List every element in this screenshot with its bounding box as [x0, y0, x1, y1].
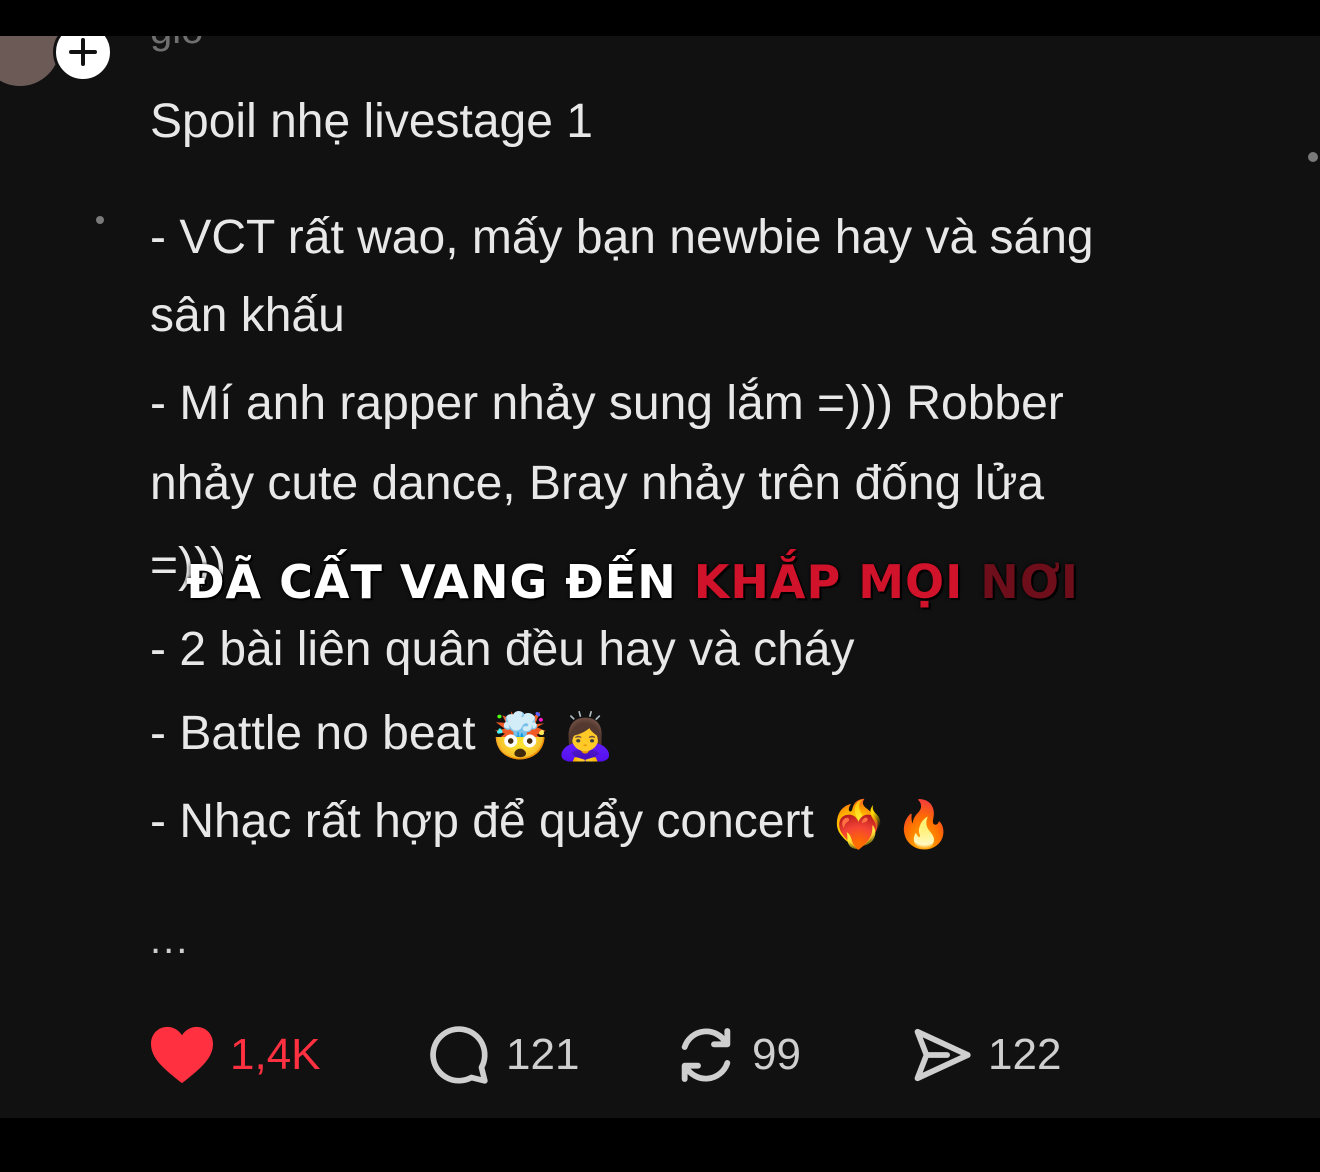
username[interactable]: gio	[150, 36, 203, 50]
comment-count: 121	[506, 1030, 580, 1079]
plus-icon	[69, 38, 97, 66]
post-line: - 2 bài liên quân đều hay và cháy	[150, 623, 855, 676]
mind-blown-emoji: 🤯	[491, 710, 549, 763]
post-line: - VCT rất wao, mấy bạn newbie hay và sán…	[150, 211, 1094, 264]
repost-icon	[681, 1028, 731, 1082]
post-card: gio Spoil nhẹ livestage 1 - VCT rất wao,…	[0, 36, 1320, 1118]
comment-button[interactable]: 121	[426, 1020, 579, 1090]
avatar[interactable]	[0, 36, 60, 86]
post-line-battle: - Battle no beat 🤯 🙇‍♀️	[150, 706, 614, 764]
action-bar: 1,4K 121 99 122	[148, 1020, 1148, 1090]
caption-white: ĐÃ CẤT VANG ĐẾN	[186, 555, 677, 609]
comment-icon	[430, 1026, 488, 1084]
like-count: 1,4K	[230, 1030, 321, 1079]
decorative-dot	[1308, 152, 1318, 162]
video-letterbox-bottom	[0, 1118, 1320, 1172]
post-title: Spoil nhẹ livestage 1	[150, 95, 593, 148]
more-text-ellipsis[interactable]: ...	[150, 918, 189, 963]
post-line-concert: - Nhạc rất hợp để quẩy concert ❤️‍🔥 🔥	[150, 794, 952, 852]
share-button[interactable]: 122	[910, 1020, 1061, 1090]
share-count: 122	[988, 1030, 1062, 1079]
post-line: - Mí anh rapper nhảy sung lắm =))) Robbe…	[150, 377, 1064, 430]
decorative-dot	[96, 216, 104, 224]
heart-icon	[151, 1026, 213, 1084]
like-button[interactable]: 1,4K	[148, 1020, 321, 1090]
post-line: nhảy cute dance, Bray nhảy trên đống lửa	[150, 457, 1045, 510]
post-line: sân khấu	[150, 289, 345, 342]
post-line-text: - Battle no beat	[150, 707, 476, 760]
video-caption-overlay: ĐÃ CẤT VANG ĐẾN KHẮP MỌI NƠI	[186, 552, 1079, 612]
heart-on-fire-emoji: ❤️‍🔥	[829, 798, 888, 851]
fire-emoji: 🔥	[895, 798, 953, 851]
post-line-text: - Nhạc rất hợp để quẩy concert	[150, 795, 814, 848]
repost-button[interactable]: 99	[674, 1020, 801, 1090]
share-icon	[914, 1028, 971, 1082]
caption-red: KHẮP MỌI	[693, 555, 964, 609]
repost-count: 99	[752, 1030, 801, 1079]
caption-dark-red: NƠI	[980, 555, 1080, 609]
follow-button[interactable]	[53, 36, 113, 82]
bowing-woman-emoji: 🙇‍♀️	[556, 710, 615, 763]
